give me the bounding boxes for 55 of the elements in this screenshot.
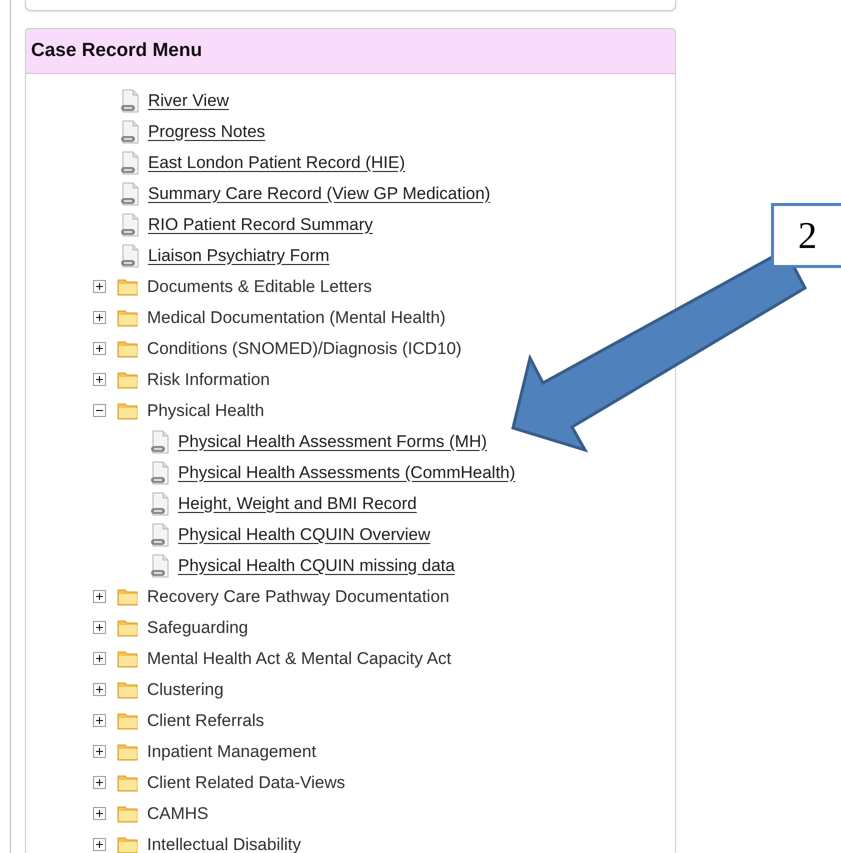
folder-icon xyxy=(117,742,139,761)
menu-link[interactable]: Summary Care Record (View GP Medication) xyxy=(148,184,490,204)
folder-label[interactable]: Intellectual Disability xyxy=(147,834,302,853)
folder-icon xyxy=(117,680,139,699)
folder-label[interactable]: Medical Documentation (Mental Health) xyxy=(147,308,446,328)
menu-link[interactable]: Physical Health Assessments (CommHealth) xyxy=(178,462,516,482)
folder-icon xyxy=(117,370,139,389)
menu-link[interactable]: Liaison Psychiatry Form xyxy=(148,246,330,266)
expand-toggle-icon[interactable] xyxy=(93,683,106,696)
folder-icon xyxy=(117,773,139,792)
expand-toggle-icon[interactable] xyxy=(93,373,106,386)
folder-label[interactable]: Physical Health xyxy=(147,400,264,420)
folder-label[interactable]: Inpatient Management xyxy=(147,742,316,762)
menu-link[interactable]: East London Patient Record (HIE) xyxy=(148,152,406,172)
menu-link[interactable]: RIO Patient Record Summary xyxy=(148,214,373,234)
folder-label[interactable]: Clustering xyxy=(147,680,224,700)
folder-label[interactable]: Mental Health Act & Mental Capacity Act xyxy=(147,648,452,668)
folder-icon xyxy=(117,711,139,730)
expand-toggle-icon[interactable] xyxy=(93,621,106,634)
folder-icon xyxy=(117,618,139,637)
menu-link[interactable]: Physical Health Assessment Forms (MH) xyxy=(178,432,487,452)
menu-link[interactable]: Height, Weight and BMI Record xyxy=(178,494,417,514)
expand-toggle-icon[interactable] xyxy=(93,590,106,603)
folder-icon xyxy=(117,401,139,420)
folder-icon xyxy=(117,835,139,853)
menu-link[interactable]: Physical Health CQUIN missing data xyxy=(178,556,455,576)
expand-toggle-icon[interactable] xyxy=(93,838,106,851)
folder-label[interactable]: Documents & Editable Letters xyxy=(147,276,372,296)
folder-icon xyxy=(117,308,139,327)
folder-icon xyxy=(117,649,139,668)
folder-label[interactable]: CAMHS xyxy=(147,804,208,824)
expand-toggle-icon[interactable] xyxy=(93,280,106,293)
expand-toggle-icon[interactable] xyxy=(93,311,106,324)
folder-icon xyxy=(117,277,139,296)
expand-toggle-icon[interactable] xyxy=(93,776,106,789)
expand-toggle-icon[interactable] xyxy=(93,807,106,820)
menu-link[interactable]: Progress Notes xyxy=(148,122,266,142)
folder-label[interactable]: Safeguarding xyxy=(147,618,248,638)
callout-number: 2 xyxy=(771,203,841,268)
expand-toggle-icon[interactable] xyxy=(93,404,106,417)
folder-icon xyxy=(117,587,139,606)
folder-label[interactable]: Risk Information xyxy=(147,370,270,390)
folder-label[interactable]: Client Referrals xyxy=(147,710,264,730)
expand-toggle-icon[interactable] xyxy=(93,342,106,355)
folder-label[interactable]: Client Related Data-Views xyxy=(147,772,346,792)
folder-icon xyxy=(117,339,139,358)
expand-toggle-icon[interactable] xyxy=(93,714,106,727)
expand-toggle-icon[interactable] xyxy=(93,745,106,758)
folder-icon xyxy=(117,804,139,823)
panel-title: Case Record Menu xyxy=(31,40,202,62)
menu-link[interactable]: River View xyxy=(148,90,229,110)
folder-label[interactable]: Recovery Care Pathway Documentation xyxy=(147,586,450,606)
expand-toggle-icon[interactable] xyxy=(93,652,106,665)
menu-link[interactable]: Physical Health CQUIN Overview xyxy=(178,524,430,544)
folder-label[interactable]: Conditions (SNOMED)/Diagnosis (ICD10) xyxy=(147,338,462,358)
